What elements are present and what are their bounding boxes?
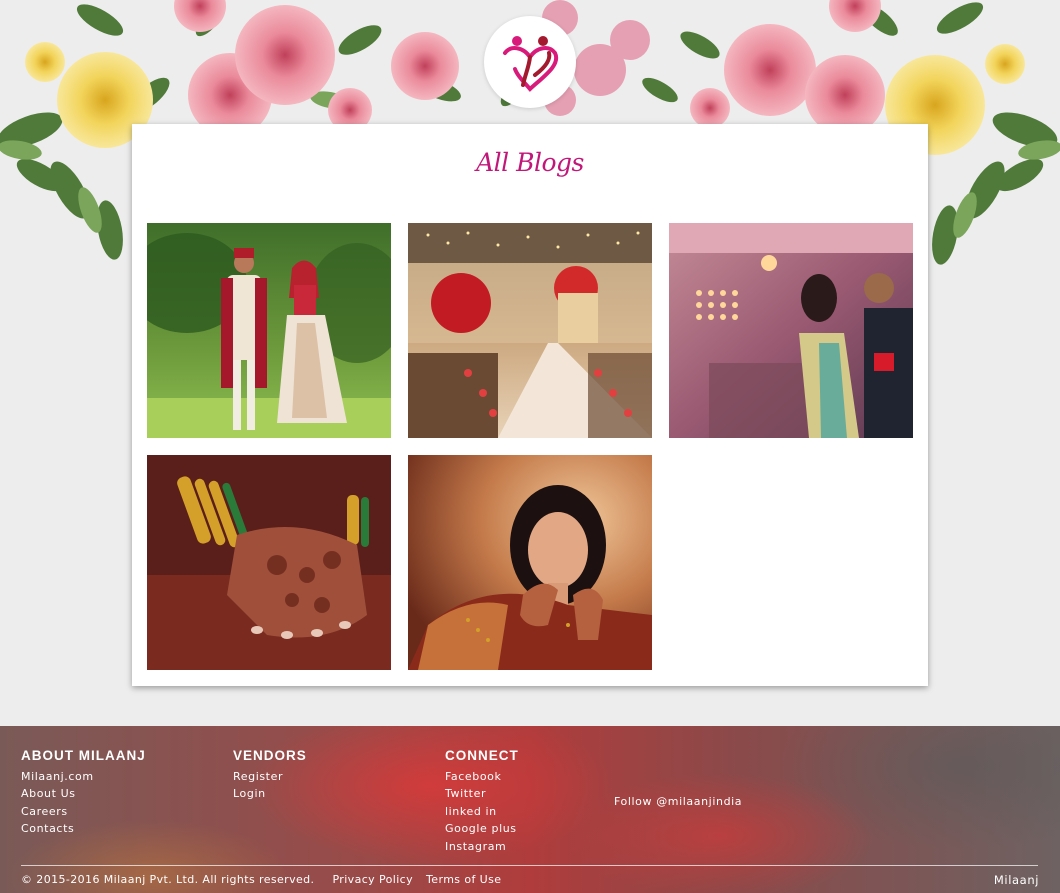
follow-handle[interactable]: Follow @milaanjindia bbox=[614, 795, 742, 808]
footer-brand: Milaanj bbox=[993, 873, 1039, 887]
privacy-policy-link[interactable]: Privacy Policy bbox=[332, 873, 413, 886]
footer-link-google-plus[interactable]: Google plus bbox=[445, 820, 519, 837]
blog-tile-4[interactable] bbox=[147, 455, 391, 670]
footer-link-linkedin[interactable]: linked in bbox=[445, 803, 519, 820]
footer-link-twitter[interactable]: Twitter bbox=[445, 785, 519, 802]
site-logo[interactable] bbox=[484, 16, 576, 108]
footer-vendors-section: VENDORS Register Login bbox=[233, 748, 307, 803]
bride-portrait-photo bbox=[408, 455, 652, 670]
footer-connect-section: CONNECT Facebook Twitter linked in Googl… bbox=[445, 748, 519, 855]
footer-about-heading: ABOUT MILAANJ bbox=[21, 748, 146, 763]
blog-tile-2[interactable] bbox=[408, 223, 652, 438]
footer-bottom-bar: © 2015-2016 Milaanj Pvt. Ltd. All rights… bbox=[21, 873, 501, 886]
footer-link-register[interactable]: Register bbox=[233, 768, 307, 785]
blog-tile-1[interactable] bbox=[147, 223, 391, 438]
site-footer: ABOUT MILAANJ Milaanj.com About Us Caree… bbox=[0, 726, 1060, 893]
couple-heart-logo-icon bbox=[503, 36, 559, 92]
footer-link-milaanj-com[interactable]: Milaanj.com bbox=[21, 768, 146, 785]
footer-link-facebook[interactable]: Facebook bbox=[445, 768, 519, 785]
footer-link-login[interactable]: Login bbox=[233, 785, 307, 802]
footer-vendors-heading: VENDORS bbox=[233, 748, 307, 763]
blog-tile-3[interactable] bbox=[669, 223, 913, 438]
blog-tile-5[interactable] bbox=[408, 455, 652, 670]
terms-of-use-link[interactable]: Terms of Use bbox=[426, 873, 501, 886]
footer-link-careers[interactable]: Careers bbox=[21, 803, 146, 820]
footer-link-instagram[interactable]: Instagram bbox=[445, 838, 519, 855]
footer-link-about-us[interactable]: About Us bbox=[21, 785, 146, 802]
footer-link-contacts[interactable]: Contacts bbox=[21, 820, 146, 837]
footer-connect-heading: CONNECT bbox=[445, 748, 519, 763]
footer-about-section: ABOUT MILAANJ Milaanj.com About Us Caree… bbox=[21, 748, 146, 838]
wedding-couple-garden-photo bbox=[147, 223, 391, 438]
mehndi-hands-bangles-photo bbox=[147, 455, 391, 670]
wedding-hall-decor-photo bbox=[408, 223, 652, 438]
footer-divider bbox=[21, 865, 1038, 866]
couple-dancing-reception-photo bbox=[669, 223, 913, 438]
page-title: All Blogs bbox=[476, 148, 584, 177]
copyright-text: © 2015-2016 Milaanj Pvt. Ltd. All rights… bbox=[21, 873, 315, 886]
